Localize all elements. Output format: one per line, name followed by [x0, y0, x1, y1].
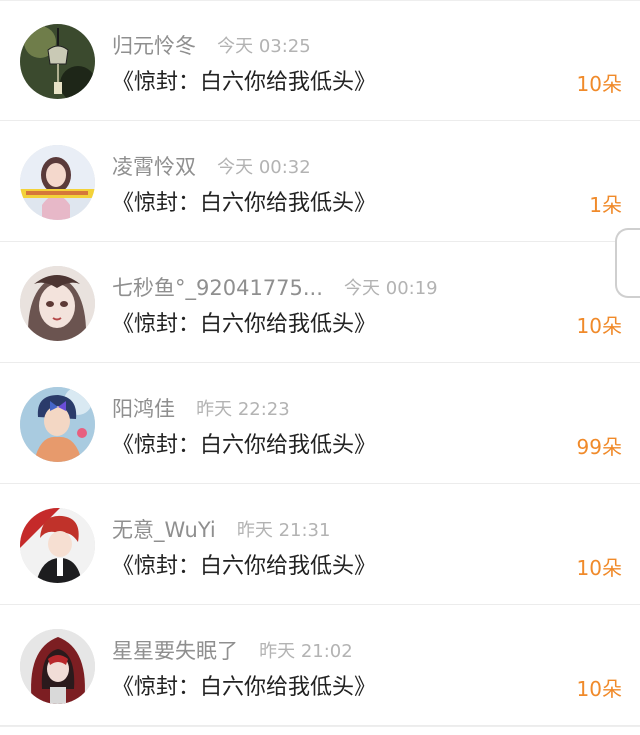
user-name[interactable]: 星星要失眠了	[112, 639, 238, 663]
flower-count: 10朵	[576, 556, 622, 580]
book-title: 《惊封：白六你给我低头》	[112, 191, 377, 216]
book-title: 《惊封：白六你给我低头》	[112, 554, 377, 579]
book-title: 《惊封：白六你给我低头》	[112, 70, 377, 95]
user-name[interactable]: 七秒鱼°_92041775...	[112, 276, 323, 300]
girl-banner-avatar[interactable]	[20, 145, 95, 220]
list-item[interactable]: 归元怜冬 今天 03:25 《惊封：白六你给我低头》 10朵	[0, 0, 640, 121]
user-name[interactable]: 凌霄怜双	[112, 155, 196, 179]
timestamp: 今天 00:19	[344, 278, 438, 299]
timestamp: 昨天 21:31	[236, 520, 331, 541]
flower-count: 10朵	[576, 72, 622, 96]
anime-girl-avatar[interactable]	[20, 266, 95, 341]
timestamp: 昨天 22:23	[196, 399, 290, 420]
gift-list: 归元怜冬 今天 03:25 《惊封：白六你给我低头》 10朵 凌霄怜双 今天 0…	[0, 0, 640, 726]
list-item[interactable]: 凌霄怜双 今天 00:32 《惊封：白六你给我低头》 1朵	[0, 121, 640, 242]
book-title: 《惊封：白六你给我低头》	[112, 433, 377, 458]
list-item[interactable]: 阳鸿佳 昨天 22:23 《惊封：白六你给我低头》 99朵	[0, 363, 640, 484]
timestamp: 昨天 21:02	[259, 641, 353, 662]
list-item[interactable]: 星星要失眠了 昨天 21:02 《惊封：白六你给我低头》 10朵	[0, 605, 640, 726]
bottom-divider	[0, 726, 640, 727]
wind-chime-avatar[interactable]	[20, 24, 95, 99]
flower-count: 10朵	[576, 677, 622, 701]
user-name[interactable]: 归元怜冬	[112, 34, 196, 58]
book-title: 《惊封：白六你给我低头》	[112, 312, 377, 337]
list-item[interactable]: 七秒鱼°_92041775... 今天 00:19 《惊封：白六你给我低头》 1…	[0, 242, 640, 363]
flower-count: 1朵	[589, 193, 622, 217]
user-name[interactable]: 阳鸿佳	[112, 397, 175, 421]
user-name[interactable]: 无意_WuYi	[112, 518, 216, 542]
book-title: 《惊封：白六你给我低头》	[112, 675, 377, 700]
butterfly-boy-avatar[interactable]	[20, 387, 95, 462]
timestamp: 今天 00:32	[217, 157, 311, 178]
flower-count: 99朵	[576, 435, 622, 459]
list-item[interactable]: 无意_WuYi 昨天 21:31 《惊封：白六你给我低头》 10朵	[0, 484, 640, 605]
red-hood-avatar[interactable]	[20, 629, 95, 704]
flower-count: 10朵	[576, 314, 622, 338]
red-hair-boy-avatar[interactable]	[20, 508, 95, 583]
timestamp: 今天 03:25	[217, 36, 311, 57]
side-scroll-handle[interactable]	[615, 228, 640, 298]
